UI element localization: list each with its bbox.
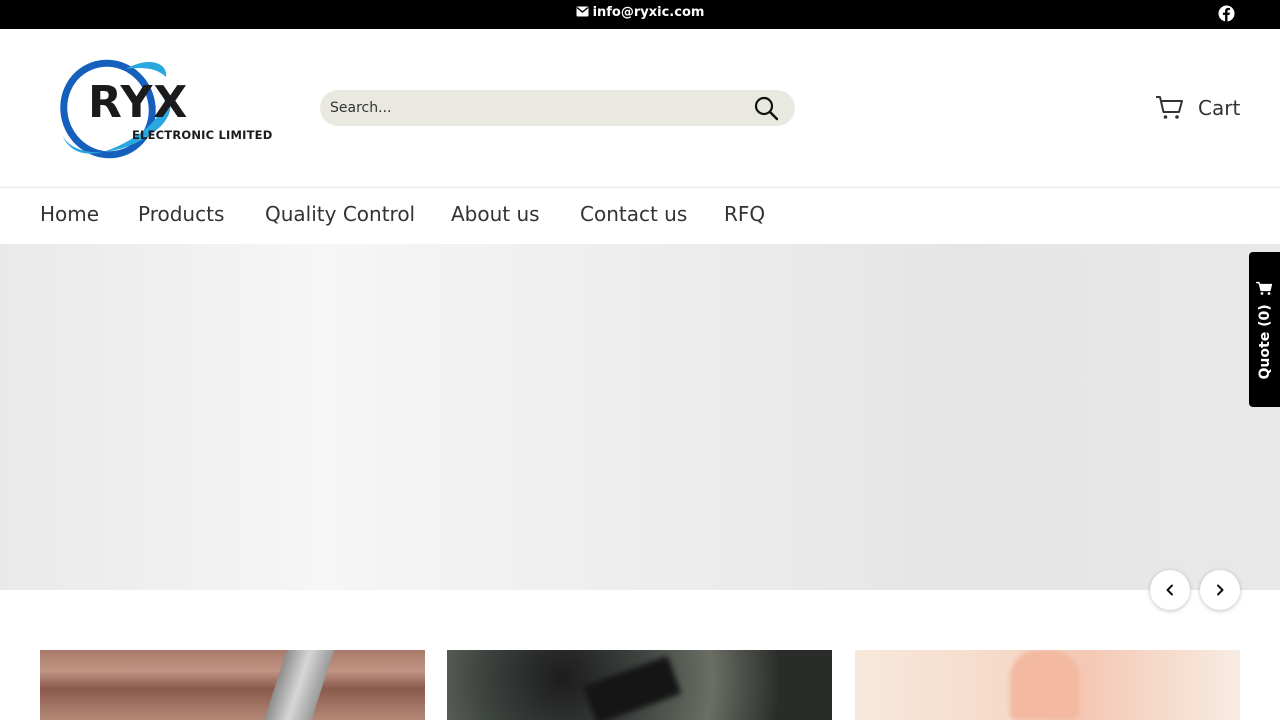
- cart-link[interactable]: Cart: [1155, 93, 1240, 123]
- feature-cards: [40, 650, 1240, 720]
- logo-subtitle: ELECTRONIC LIMITED: [132, 128, 273, 142]
- search-input[interactable]: [330, 90, 740, 126]
- nav-item-rfq[interactable]: RFQ: [724, 202, 765, 226]
- feature-card-image-1[interactable]: [40, 650, 425, 720]
- site-header: RYX ELECTRONIC LIMITED Cart: [0, 29, 1280, 187]
- top-announcement-bar: info@ryxic.com: [0, 0, 1280, 29]
- feature-card-image-2[interactable]: [447, 650, 832, 720]
- site-logo[interactable]: RYX ELECTRONIC LIMITED: [56, 57, 276, 165]
- chevron-right-icon: [1217, 584, 1224, 596]
- hero-slideshow: [0, 244, 1280, 590]
- nav-item-home[interactable]: Home: [40, 202, 99, 226]
- contact-email[interactable]: info@ryxic.com: [0, 5, 1280, 20]
- slider-prev-button[interactable]: [1150, 570, 1190, 610]
- quote-tab[interactable]: Quote (0): [1249, 252, 1280, 407]
- nav-item-quality-control[interactable]: Quality Control: [265, 202, 415, 226]
- search-bar: [320, 90, 795, 126]
- nav-item-about-us[interactable]: About us: [451, 202, 540, 226]
- contact-email-text: info@ryxic.com: [592, 5, 705, 20]
- nav-item-contact-us[interactable]: Contact us: [580, 202, 687, 226]
- mail-icon: [576, 6, 589, 17]
- logo-wordmark: RYX: [88, 77, 189, 128]
- quote-cart-icon: [1256, 281, 1273, 295]
- cart-icon: [1156, 96, 1183, 119]
- cart-label: Cart: [1198, 96, 1241, 120]
- feature-card-image-3[interactable]: [855, 650, 1240, 720]
- quote-tab-label: Quote (0): [1256, 281, 1273, 379]
- search-icon[interactable]: [752, 94, 780, 122]
- main-navigation: Home Products Quality Control About us C…: [0, 187, 1280, 244]
- slider-next-button[interactable]: [1200, 570, 1240, 610]
- facebook-icon[interactable]: [1218, 5, 1235, 22]
- chevron-left-icon: [1166, 584, 1173, 596]
- nav-item-products[interactable]: Products: [138, 202, 224, 226]
